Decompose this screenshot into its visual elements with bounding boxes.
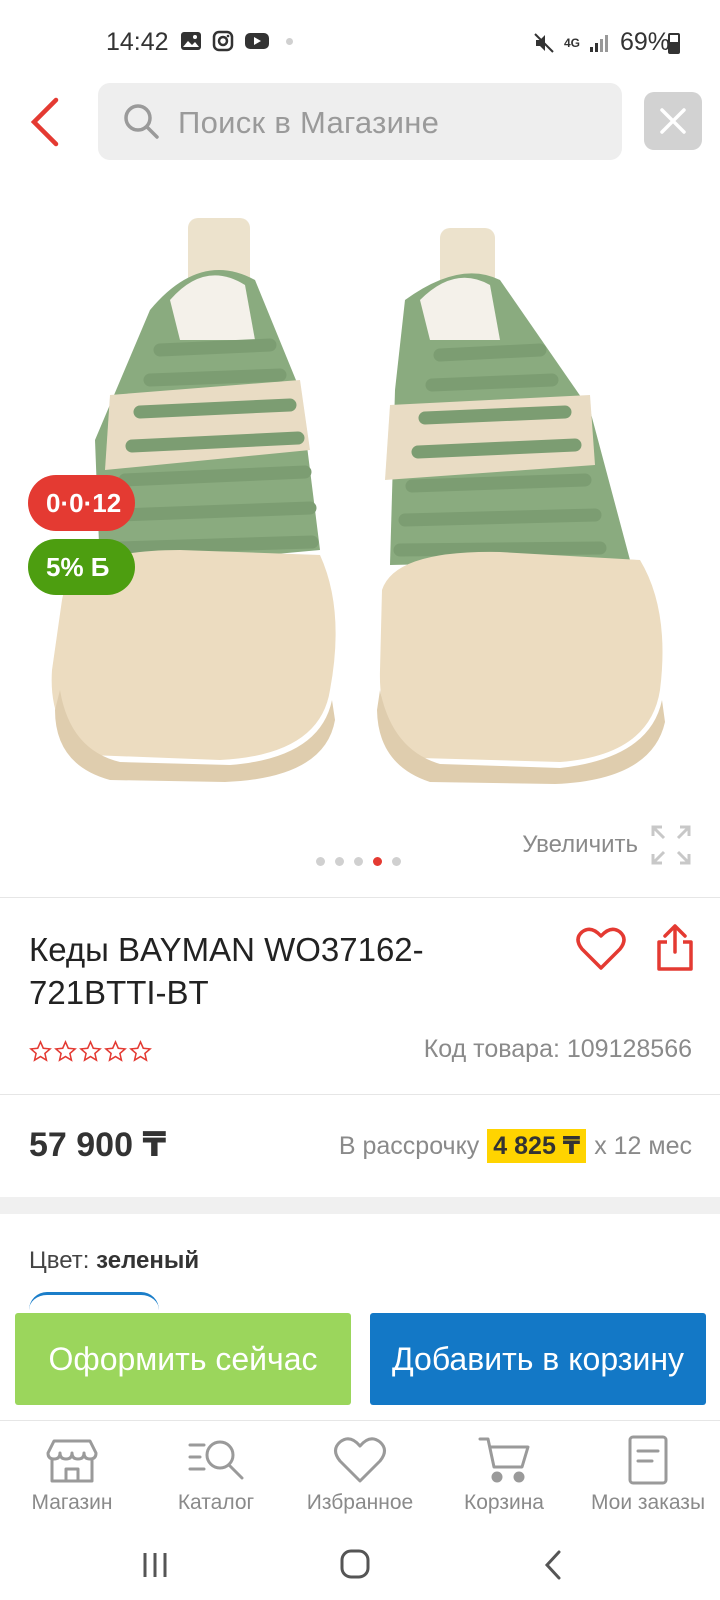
back-button[interactable] (20, 92, 70, 152)
favorite-button[interactable] (576, 926, 626, 972)
zoom-button[interactable]: Увеличить (522, 824, 692, 866)
recent-apps-icon[interactable] (140, 1550, 170, 1580)
network-label: 4G (563, 35, 580, 50)
system-navigation-bar (0, 1532, 720, 1600)
back-nav-icon[interactable] (542, 1549, 564, 1581)
installment-suffix: х 12 мес (594, 1131, 692, 1160)
share-icon (657, 924, 693, 971)
gallery-dot[interactable] (335, 857, 344, 866)
star-empty-icon (54, 1040, 77, 1062)
rating-stars[interactable] (29, 1040, 152, 1063)
signal-icon (589, 34, 608, 52)
nav-label-orders: Мои заказы (590, 1491, 706, 1514)
color-label: Цвет: (29, 1247, 90, 1274)
orders-icon (628, 1435, 668, 1485)
gallery-dot[interactable] (316, 857, 325, 866)
nav-label-catalog: Каталог (177, 1491, 255, 1514)
gallery-dot-active[interactable] (373, 857, 382, 866)
checkout-button[interactable]: Оформить сейчас (15, 1313, 351, 1405)
chevron-left-icon (30, 97, 59, 147)
nav-label-store: Магазин (31, 1491, 113, 1514)
instagram-notification-icon (212, 30, 234, 52)
star-empty-icon (129, 1040, 152, 1062)
nav-item-favorites[interactable]: Избранное (288, 1421, 432, 1533)
battery-percent: 69% (619, 28, 670, 56)
bottom-nav: Магазин Каталог Избранное Корзина Мои за… (0, 1420, 720, 1532)
youtube-notification-icon (245, 33, 269, 49)
search-input[interactable]: Поиск в Магазине (98, 83, 622, 160)
nav-label-favorites: Избранное (306, 1491, 414, 1514)
notification-icons (180, 30, 293, 52)
zoom-label: Увеличить (522, 831, 638, 858)
star-empty-icon (79, 1040, 102, 1062)
nav-label-cart: Корзина (464, 1491, 544, 1514)
home-icon[interactable] (339, 1548, 371, 1580)
store-icon (46, 1439, 98, 1483)
close-icon (660, 108, 686, 134)
heart-icon (576, 927, 626, 970)
nav-item-store[interactable]: Магазин (0, 1421, 144, 1533)
product-price: 57 900 ₸ (29, 1126, 167, 1164)
search-icon (124, 104, 159, 139)
heart-icon (334, 1437, 386, 1483)
installment-info[interactable]: В рассрочку 4 825 ₸ х 12 мес (339, 1129, 692, 1163)
battery-icon (668, 33, 680, 54)
divider (0, 1094, 720, 1095)
nav-item-orders[interactable]: Мои заказы (576, 1421, 720, 1533)
expand-icon (651, 825, 691, 865)
divider (0, 897, 720, 898)
mute-icon (534, 32, 554, 53)
product-title: Кеды BAYMAN WO37162-721BTTI-BT (29, 931, 424, 1011)
status-right: 4G 69% (533, 28, 670, 57)
section-separator (0, 1197, 720, 1214)
bonus-badge: 5% Б (28, 539, 135, 595)
gallery-dot[interactable] (354, 857, 363, 866)
share-button[interactable] (656, 922, 694, 972)
more-notifications-icon (286, 37, 293, 45)
installment-prefix: В рассрочку (338, 1131, 480, 1160)
catalog-search-icon (188, 1440, 244, 1480)
cart-icon (478, 1437, 530, 1483)
star-empty-icon (29, 1040, 52, 1062)
gallery-pagination (316, 857, 401, 866)
product-sku: Код товара: 109128566 (423, 1035, 692, 1063)
nav-item-cart[interactable]: Корзина (432, 1421, 576, 1533)
gallery-dot[interactable] (392, 857, 401, 866)
gallery-notification-icon (181, 32, 201, 50)
color-row: Цвет: зеленый (29, 1247, 199, 1275)
add-to-cart-button[interactable]: Добавить в корзину (370, 1313, 706, 1405)
nav-item-catalog[interactable]: Каталог (144, 1421, 288, 1533)
search-placeholder: Поиск в Магазине (178, 105, 440, 140)
color-value: зеленый (96, 1247, 200, 1274)
status-bar: 14:42 4G 69% (0, 0, 720, 80)
installment-amount: 4 825 ₸ (487, 1129, 587, 1163)
installment-badge: 0·0·12 (28, 475, 135, 531)
color-swatch[interactable] (29, 1292, 159, 1312)
status-time: 14:42 (106, 28, 169, 56)
close-button[interactable] (644, 92, 702, 150)
star-empty-icon (104, 1040, 127, 1062)
